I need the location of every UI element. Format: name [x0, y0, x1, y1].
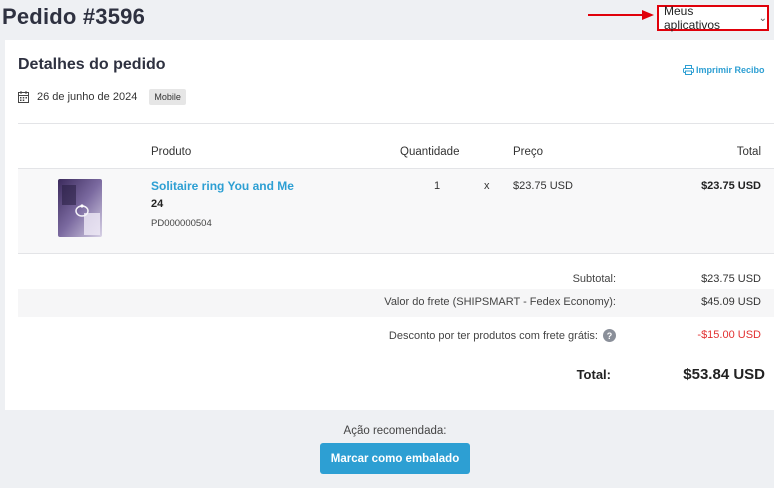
header-price: Preço: [513, 146, 544, 158]
print-receipt-label: Imprimir Recibo: [696, 65, 765, 75]
help-icon[interactable]: ?: [603, 329, 616, 342]
annotation-arrow-icon: [588, 10, 654, 20]
my-apps-button[interactable]: Meus aplicativos ⌄: [657, 4, 769, 32]
section-title: Detalhes do pedido: [18, 56, 166, 73]
recommended-action-panel: Ação recomendada: Marcar como embalado: [5, 410, 774, 488]
header-total: Total: [736, 146, 761, 158]
product-thumbnail[interactable]: [58, 179, 102, 237]
discount-label-wrap: Desconto por ter produtos com frete grát…: [389, 329, 616, 342]
header-product: Produto: [151, 146, 192, 158]
product-quantity: 1: [434, 180, 441, 192]
shipping-label: Valor do frete (SHIPSMART - Fedex Econom…: [384, 296, 616, 308]
header-quantity: Quantidade: [400, 146, 460, 158]
product-sku: PD000000504: [151, 218, 212, 229]
total-label: Total:: [576, 367, 611, 382]
channel-badge: Mobile: [149, 89, 186, 105]
divider: [18, 123, 774, 124]
order-date: 26 de junho de 2024: [37, 91, 138, 103]
subtotal-label: Subtotal:: [572, 273, 616, 285]
summary-row-shipping: Valor do frete (SHIPSMART - Fedex Econom…: [18, 289, 774, 317]
order-card: Detalhes do pedido Imprimir Recibo 26 de…: [5, 40, 774, 488]
chevron-down-icon: ⌄: [758, 12, 767, 24]
page-title: Pedido #3596: [2, 4, 146, 29]
summary-row-discount: Desconto por ter produtos com frete grát…: [18, 322, 774, 350]
divider: [18, 253, 774, 254]
print-receipt-link[interactable]: Imprimir Recibo: [683, 65, 765, 75]
mark-as-packed-button[interactable]: Marcar como embalado: [320, 443, 470, 474]
discount-label: Desconto por ter produtos com frete grát…: [388, 329, 598, 342]
printer-icon: [683, 65, 694, 75]
total-value: $53.84 USD: [683, 366, 765, 383]
product-name-link[interactable]: Solitaire ring You and Me: [151, 179, 294, 193]
product-variant: 24: [151, 198, 164, 210]
calendar-icon: [18, 91, 29, 103]
order-date-row: 26 de junho de 2024 Mobile: [18, 89, 186, 105]
table-row: Solitaire ring You and Me 24 PD000000504…: [18, 169, 774, 253]
subtotal-value: $23.75 USD: [701, 273, 761, 285]
my-apps-label: Meus aplicativos: [664, 4, 721, 32]
discount-value: -$15.00 USD: [697, 329, 761, 341]
product-unit-price: $23.75 USD: [513, 180, 573, 192]
shipping-value: $45.09 USD: [701, 296, 761, 308]
product-line-total: $23.75 USD: [701, 180, 761, 192]
recommended-action-label: Ação recomendada:: [343, 425, 447, 437]
multiply-sign: x: [484, 180, 490, 192]
